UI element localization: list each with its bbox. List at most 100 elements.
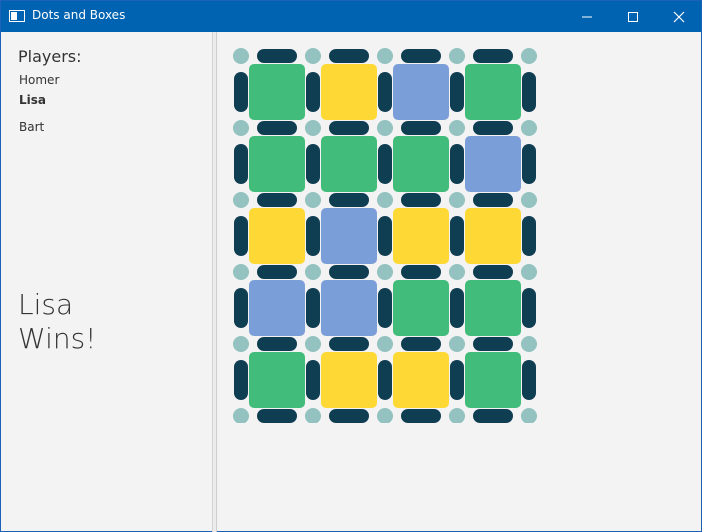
vertical-line	[522, 288, 536, 328]
grid-dot	[233, 192, 249, 208]
grid-dot	[305, 48, 321, 64]
box-yellow	[393, 352, 449, 408]
vertical-line	[306, 216, 320, 256]
player-name-bart: Bart	[19, 120, 45, 134]
window-title: Dots and Boxes	[32, 8, 126, 22]
vertical-line	[378, 72, 392, 112]
vertical-line	[450, 288, 464, 328]
box-green	[249, 136, 305, 192]
vertical-line	[522, 144, 536, 184]
vertical-line	[234, 216, 248, 256]
grid-dot	[449, 264, 465, 280]
grid-dot	[233, 120, 249, 136]
box-yellow	[249, 208, 305, 264]
box-green	[465, 352, 521, 408]
grid-dot	[305, 408, 321, 423]
grid-dot	[233, 264, 249, 280]
app-icon	[9, 10, 25, 22]
grid-dot	[233, 336, 249, 352]
horizontal-line	[473, 121, 513, 135]
vertical-line	[378, 144, 392, 184]
box-blue	[393, 64, 449, 120]
horizontal-line	[257, 409, 297, 423]
vertical-line	[234, 360, 248, 400]
box-green	[465, 280, 521, 336]
horizontal-line	[329, 121, 369, 135]
winner-message: Lisa Wins!	[18, 288, 96, 356]
box-green	[393, 280, 449, 336]
horizontal-line	[401, 49, 441, 63]
grid-dot	[449, 408, 465, 423]
vertical-line	[378, 360, 392, 400]
close-button[interactable]	[656, 1, 702, 32]
minimize-icon	[582, 16, 592, 18]
winner-name: Lisa	[18, 288, 74, 321]
box-green	[393, 136, 449, 192]
vertical-line	[522, 216, 536, 256]
sidebar	[1, 32, 213, 532]
vertical-line	[378, 216, 392, 256]
horizontal-line	[473, 337, 513, 351]
box-yellow	[465, 208, 521, 264]
player-name-lisa: Lisa	[19, 93, 46, 107]
grid-dot	[449, 48, 465, 64]
grid-dot	[305, 264, 321, 280]
box-blue	[465, 136, 521, 192]
grid-dot	[305, 192, 321, 208]
vertical-line	[234, 288, 248, 328]
title-bar[interactable]: Dots and Boxes	[1, 1, 701, 32]
players-heading: Players:	[18, 47, 82, 66]
horizontal-line	[401, 409, 441, 423]
grid-dot	[233, 408, 249, 423]
grid-dot	[521, 408, 537, 423]
vertical-line	[450, 144, 464, 184]
horizontal-line	[401, 193, 441, 207]
grid-dot	[377, 120, 393, 136]
grid-dot	[233, 48, 249, 64]
grid-dot	[521, 48, 537, 64]
vertical-line	[378, 288, 392, 328]
box-green	[465, 64, 521, 120]
grid-dot	[305, 120, 321, 136]
grid-dot	[449, 192, 465, 208]
horizontal-line	[329, 337, 369, 351]
grid-dot	[521, 336, 537, 352]
horizontal-line	[257, 121, 297, 135]
vertical-line	[306, 288, 320, 328]
grid-dot	[377, 408, 393, 423]
game-board[interactable]	[232, 47, 542, 423]
maximize-button[interactable]	[610, 1, 656, 32]
box-blue	[321, 280, 377, 336]
vertical-line	[450, 360, 464, 400]
horizontal-line	[329, 409, 369, 423]
horizontal-line	[329, 193, 369, 207]
grid-dot	[305, 336, 321, 352]
vertical-line	[234, 72, 248, 112]
grid-dot	[377, 264, 393, 280]
vertical-line	[306, 72, 320, 112]
box-green	[321, 136, 377, 192]
horizontal-line	[329, 49, 369, 63]
box-blue	[321, 208, 377, 264]
horizontal-line	[257, 49, 297, 63]
horizontal-line	[257, 193, 297, 207]
player-name-homer: Homer	[19, 73, 60, 87]
maximize-icon	[628, 12, 638, 22]
close-icon	[673, 11, 685, 23]
winner-suffix: Wins!	[18, 322, 97, 355]
horizontal-line	[473, 409, 513, 423]
minimize-button[interactable]	[564, 1, 610, 32]
box-yellow	[393, 208, 449, 264]
box-green	[249, 352, 305, 408]
horizontal-line	[473, 265, 513, 279]
grid-dot	[521, 120, 537, 136]
grid-dot	[377, 48, 393, 64]
vertical-line	[234, 144, 248, 184]
horizontal-line	[473, 49, 513, 63]
vertical-line	[306, 360, 320, 400]
vertical-line	[450, 216, 464, 256]
horizontal-line	[401, 265, 441, 279]
horizontal-line	[401, 337, 441, 351]
grid-dot	[521, 264, 537, 280]
pane-splitter[interactable]	[212, 32, 217, 532]
